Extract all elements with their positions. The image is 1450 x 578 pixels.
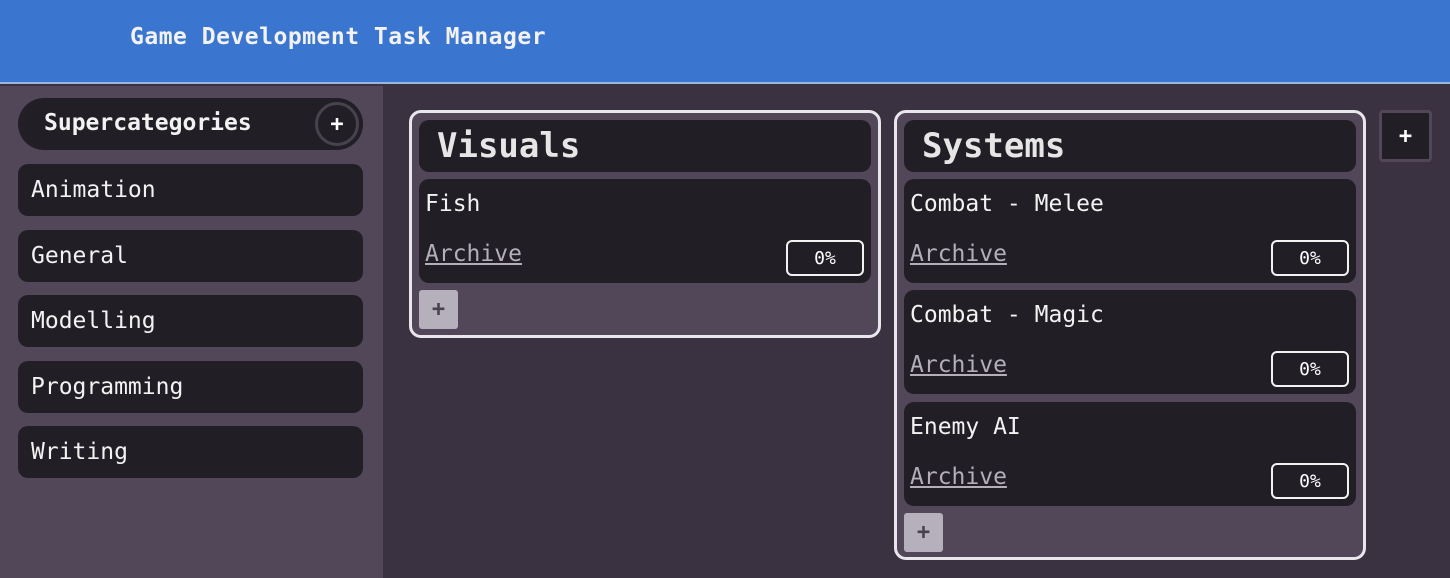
app-header: Game Development Task Manager	[0, 0, 1450, 84]
archive-link[interactable]: Archive	[910, 352, 1007, 378]
column-title: Visuals	[419, 120, 871, 172]
task-title: Combat - Magic	[910, 302, 1104, 328]
sidebar-item-writing[interactable]: Writing	[18, 426, 363, 478]
progress-field[interactable]: 0%	[1271, 351, 1349, 387]
supercategories-title: Supercategories	[44, 110, 252, 136]
add-supercategory-button[interactable]: +	[315, 102, 359, 146]
task-card[interactable]: Combat - Magic Archive 0%	[904, 290, 1356, 394]
sidebar: Supercategories + Animation General Mode…	[0, 86, 383, 578]
archive-link[interactable]: Archive	[910, 464, 1007, 490]
progress-field[interactable]: 0%	[786, 240, 864, 276]
sidebar-item-programming[interactable]: Programming	[18, 361, 363, 413]
task-title: Fish	[425, 191, 481, 217]
task-card[interactable]: Combat - Melee Archive 0%	[904, 179, 1356, 283]
task-card[interactable]: Fish Archive 0%	[419, 179, 871, 283]
progress-field[interactable]: 0%	[1271, 463, 1349, 499]
add-task-button[interactable]: +	[419, 290, 458, 329]
category-column-systems: Systems Combat - Melee Archive 0% Combat…	[894, 110, 1366, 560]
sidebar-item-animation[interactable]: Animation	[18, 164, 363, 216]
task-card[interactable]: Enemy AI Archive 0%	[904, 402, 1356, 506]
task-title: Combat - Melee	[910, 191, 1104, 217]
column-title: Systems	[904, 120, 1356, 172]
archive-link[interactable]: Archive	[910, 241, 1007, 267]
app-title: Game Development Task Manager	[130, 24, 547, 50]
add-task-button[interactable]: +	[904, 513, 943, 552]
add-column-button[interactable]: +	[1379, 110, 1432, 162]
sidebar-item-modelling[interactable]: Modelling	[18, 295, 363, 347]
category-column-visuals: Visuals Fish Archive 0% +	[409, 110, 881, 338]
task-title: Enemy AI	[910, 414, 1021, 440]
archive-link[interactable]: Archive	[425, 241, 522, 267]
supercategories-header: Supercategories +	[18, 98, 363, 150]
sidebar-item-general[interactable]: General	[18, 230, 363, 282]
progress-field[interactable]: 0%	[1271, 240, 1349, 276]
